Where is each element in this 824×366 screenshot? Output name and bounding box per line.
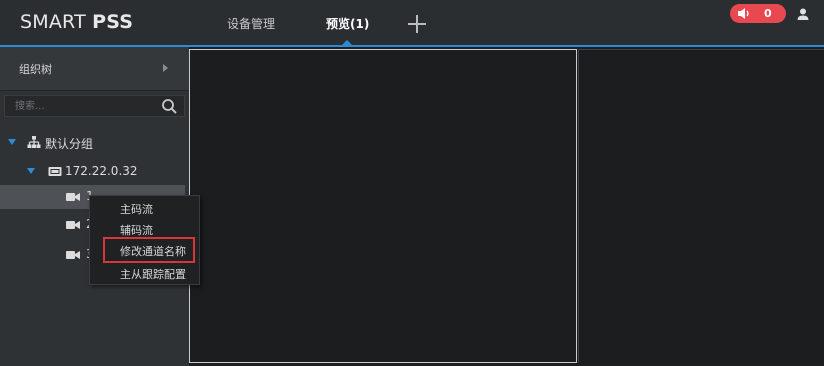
video-preview-area [189, 47, 824, 366]
tree-label-device: 172.22.0.32 [65, 164, 138, 178]
org-tree-icon [27, 136, 41, 148]
video-pane-1[interactable] [189, 49, 577, 363]
speaker-icon [738, 8, 749, 19]
org-tree-title: 组织树 [19, 63, 52, 76]
org-tree-header[interactable]: 组织树 [0, 47, 189, 91]
tree-item-default-group[interactable]: 默认分组 [0, 130, 189, 154]
chevron-right-icon[interactable] [163, 64, 168, 72]
camera-icon [66, 221, 80, 229]
search-icon[interactable] [161, 98, 178, 115]
menu-item-main-stream[interactable]: 主码流 [120, 201, 153, 217]
search-input[interactable] [5, 96, 155, 116]
tree-item-device[interactable]: 172.22.0.32 [0, 159, 189, 183]
expand-arrow-icon[interactable] [27, 168, 35, 174]
app-title-bold: PSS [92, 11, 134, 33]
tab-preview[interactable]: 预览(1) [326, 15, 369, 32]
highlight-box [103, 237, 195, 263]
expand-arrow-icon[interactable] [8, 139, 16, 145]
video-pane-2[interactable] [578, 49, 824, 363]
context-menu: 主码流 辅码流 修改通道名称 主从跟踪配置 [89, 195, 200, 285]
app-title-light: SMART [20, 11, 93, 33]
app-logo: SMART PSS [20, 11, 133, 33]
alarm-count: 0 [764, 7, 772, 20]
top-bar: SMART PSS 设备管理 预览(1) 0 [0, 0, 824, 47]
menu-item-master-slave-tracking[interactable]: 主从跟踪配置 [120, 266, 186, 282]
user-icon[interactable] [796, 7, 810, 21]
search-box [4, 95, 185, 117]
nvr-icon [48, 167, 62, 176]
camera-icon [66, 251, 80, 259]
tab-device-management[interactable]: 设备管理 [227, 15, 275, 32]
add-tab-button[interactable] [406, 13, 428, 35]
camera-icon [66, 193, 80, 201]
alarm-badge[interactable]: 0 [730, 4, 786, 23]
tree-label-group: 默认分组 [45, 137, 94, 151]
menu-item-sub-stream[interactable]: 辅码流 [120, 222, 153, 238]
